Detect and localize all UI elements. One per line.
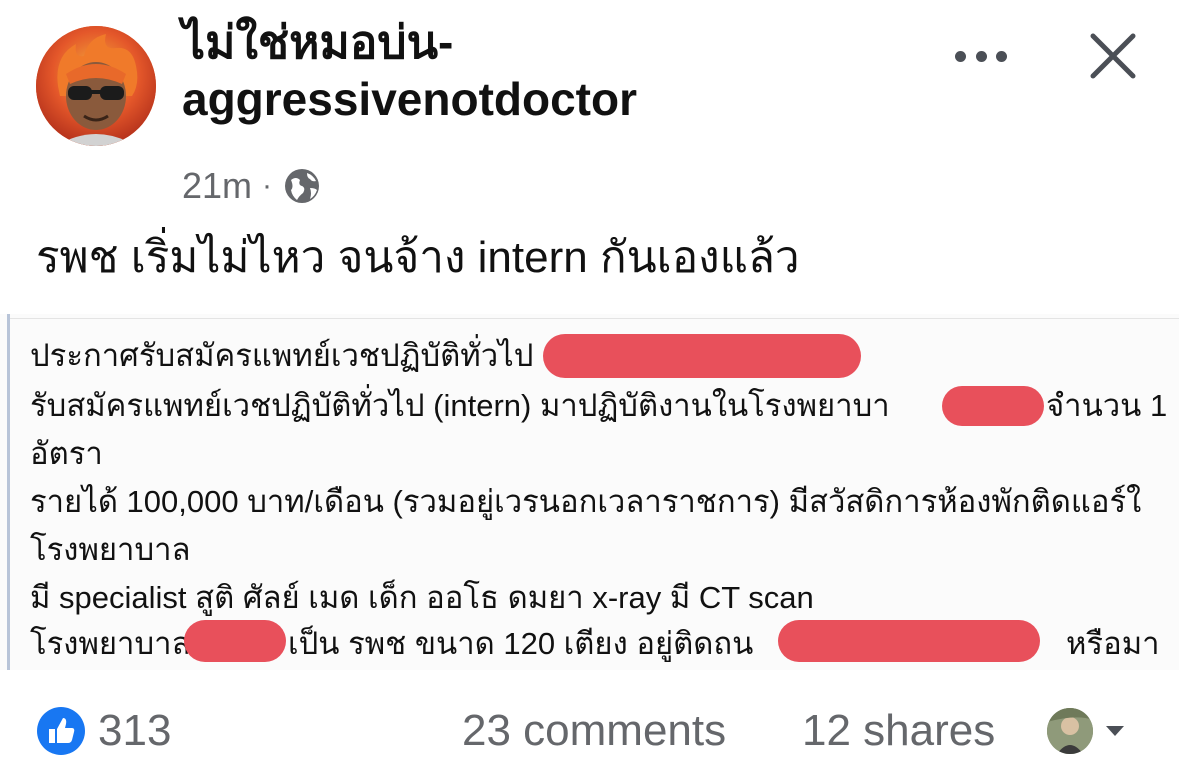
image-text-line: อัตรา [30, 436, 103, 471]
post-meta: 21m · [182, 162, 322, 210]
image-text-line: โรงพยาบาล [30, 532, 191, 567]
redaction-mark [184, 620, 286, 662]
author-name-line-2: aggressivenotdoctor [182, 73, 637, 125]
chevron-down-icon[interactable] [1104, 724, 1126, 738]
author-avatar[interactable] [36, 26, 156, 146]
thumbs-up-icon[interactable] [36, 706, 86, 756]
image-text-line: จำนวน 1 [1046, 388, 1168, 423]
post-time[interactable]: 21m [182, 165, 252, 207]
image-text-line: เป็น รพช ขนาด 120 เตียง อยู่ติดถน [288, 626, 754, 661]
image-text-line: มี specialist สูติ ศัลย์ เมด เด็ก ออโธ ด… [30, 580, 814, 615]
image-text-line: หรือมา [1066, 626, 1160, 661]
redaction-mark [778, 620, 1040, 662]
image-text-line: รายได้ 100,000 บาท/เดือน (รวมอยู่เวรนอกเ… [30, 484, 1142, 519]
more-options-button[interactable] [955, 38, 1007, 74]
post-image[interactable]: ประกาศรับสมัครแพทย์เวชปฏิบัติทั่วไป รับส… [0, 314, 1179, 670]
shares-count[interactable]: 12 shares [802, 702, 995, 760]
author-name-line-1: ไม่ใช่หมอบ่น- [182, 16, 454, 68]
image-frame [10, 318, 1179, 319]
more-dots-icon [955, 50, 966, 62]
author-name[interactable]: ไม่ใช่หมอบ่น- aggressivenotdoctor [182, 14, 637, 128]
more-dot [996, 50, 1007, 62]
meta-separator: · [262, 169, 273, 202]
close-icon [1090, 33, 1136, 79]
close-button[interactable] [1087, 30, 1139, 82]
like-count[interactable]: 313 [98, 702, 171, 760]
more-dot [975, 50, 987, 62]
image-text-line: โรงพยาบาล [30, 626, 191, 661]
image-text-line: รับสมัครแพทย์เวชปฏิบัติทั่วไป (intern) ม… [30, 388, 890, 423]
globe-icon [285, 169, 320, 203]
image-text-line: ประกาศรับสมัครแพทย์เวชปฏิบัติทั่วไป [30, 338, 534, 373]
redaction-mark [942, 386, 1044, 426]
post-caption: รพช เริ่มไม่ไหว จนจ้าง intern กันเองแล้ว [36, 233, 800, 282]
comments-count[interactable]: 23 comments [462, 702, 726, 760]
reaction-avatar[interactable] [1047, 708, 1093, 754]
post-footer: 313 23 comments 12 shares [0, 672, 1179, 781]
image-edge [7, 314, 10, 670]
redaction-mark [543, 334, 861, 378]
